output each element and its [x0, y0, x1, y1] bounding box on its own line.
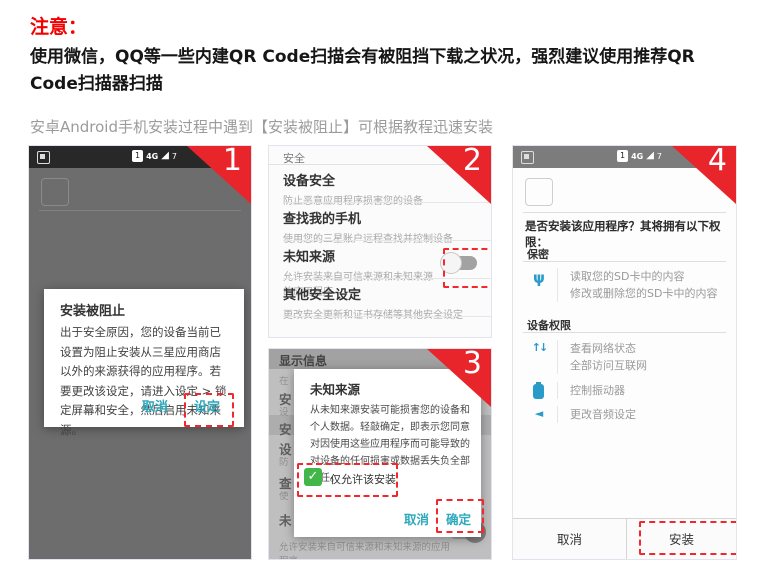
dialog-body: 出于安全原因，您的设备当前已设置为阻止安装从三星应用商店以外的来源获得的应用程序… [60, 323, 231, 440]
permission-line: 读取您的SD卡中的内容 [570, 268, 728, 285]
dimmed-partial-text: 安 [279, 419, 292, 438]
step-number: 2 [463, 145, 482, 178]
screenshot-security-settings: 安全 设备安全 防止恶意应用程序损害您的设备 查找我的手机 使用您的三星账户远程… [268, 145, 492, 338]
unknown-sources-dialog: 未知来源 从未知来源安装可能损害您的设备和个人数据。轻敲确定，即表示您同意对因使… [294, 369, 481, 537]
dimmed-partial-text: 使 [279, 488, 289, 502]
install-screen: 是否安装该应用程序？其将拥有以下权限： 保密 ψ 读取您的SD卡中的内容 修改或… [513, 168, 736, 559]
network-type-indicator: 4G [631, 152, 643, 161]
install-button-bar: 取消 安装 [513, 518, 736, 559]
permission-line: 更改音频设定 [570, 406, 728, 423]
setting-subtitle: 更改安全更新和证书存储等其他安全设定 [283, 306, 477, 321]
notice-title: 注意： [30, 12, 87, 39]
notification-icon [521, 151, 534, 164]
divider [523, 261, 726, 262]
divider [283, 316, 491, 317]
cancel-button[interactable]: 取消 [142, 396, 168, 415]
permission-line: 全部访问互联网 [570, 357, 728, 374]
sim-indicator: 1 [617, 150, 628, 162]
toggle-knob [440, 252, 462, 274]
battery-indicator: 7 [657, 152, 662, 161]
screenshot-install-blocked: 1 4G ◢ 7 安装被阻止 出于安全原因，您的设备当前已设置为阻止安装从三星应… [28, 145, 252, 560]
permission-sdcard: ψ 读取您的SD卡中的内容 修改或删除您的SD卡中的内容 [527, 268, 728, 302]
cancel-button[interactable]: 取消 [404, 509, 429, 528]
divider [283, 240, 491, 241]
screenshot-install-permissions: 1 4G ◢ 7 是否安装该应用程序？其将拥有以下权限： 保密 ψ 读取您的SD… [512, 145, 737, 560]
section-privacy: 保密 [527, 246, 549, 262]
dialog-title: 安装被阻止 [60, 300, 125, 319]
permission-line: 查看网络状态 [570, 340, 728, 357]
audio-icon: ◄ [529, 407, 549, 420]
dimmed-bottom-text: 允许安装来自可信来源和未知来源的应用程序 [279, 539, 454, 560]
settings-button[interactable]: 设定 [194, 396, 220, 415]
divider [283, 278, 491, 279]
setting-title: 查找我的手机 [283, 208, 477, 227]
permission-line: 修改或删除您的SD卡中的内容 [570, 285, 728, 302]
dimmed-header-text: 显示信息 [279, 352, 327, 369]
notice-subtitle: 安卓Android手机安装过程中遇到【安装被阻止】可根据教程迅速安装 [30, 116, 493, 137]
setting-title: 设备安全 [283, 170, 477, 189]
dimmed-partial-text: 防 [279, 454, 289, 468]
step-number: 1 [223, 145, 242, 178]
permission-vibrate: 控制振动器 [527, 382, 728, 399]
checkbox-label: 仅允许该安装 [330, 471, 396, 487]
dimmed-partial-text: 在 [279, 373, 289, 387]
network-arrows-icon: ↑↓ [529, 341, 549, 354]
dimmed-partial-text: 设 [279, 404, 289, 418]
divider [523, 212, 726, 213]
unknown-sources-toggle[interactable] [443, 256, 477, 270]
app-icon-placeholder [525, 178, 553, 206]
install-question: 是否安装该应用程序？其将拥有以下权限： [525, 218, 730, 250]
divider [39, 210, 241, 211]
divider [283, 202, 491, 203]
setting-subtitle: 使用您的三星账户远程查找并控制设备 [283, 230, 477, 245]
section-device-permissions: 设备权限 [527, 317, 571, 333]
setting-title: 其他安全设定 [283, 284, 477, 303]
permission-network: ↑↓ 查看网络状态 全部访问互联网 [527, 340, 728, 374]
dimmed-partial-text: 未 [279, 510, 292, 529]
check-icon: ✓ [308, 469, 319, 484]
app-icon-placeholder [41, 178, 69, 206]
divider [523, 332, 726, 333]
install-button[interactable]: 安装 [627, 519, 736, 559]
signal-icon: ◢ [161, 151, 169, 161]
network-type-indicator: 4G [146, 152, 158, 161]
screenshot-unknown-sources-dialog: 显示信息 在 安 设 安 设 防 查 使 未 允许安装来自可信来源和未知来源的应… [268, 348, 492, 560]
permission-audio: ◄ 更改音频设定 [527, 406, 728, 423]
signal-icon: ◢ [646, 151, 654, 161]
dialog-title: 未知来源 [310, 379, 360, 398]
step-number: 3 [463, 348, 482, 381]
ok-button[interactable]: 确定 [446, 509, 471, 528]
notice-body: 使用微信，QQ等一些内建QR Code扫描会有被阻挡下载之状况，强烈建议使用推荐… [30, 44, 744, 98]
notification-icon [37, 151, 50, 164]
battery-indicator: 7 [172, 152, 177, 161]
usb-icon: ψ [529, 269, 549, 287]
install-blocked-dialog: 安装被阻止 出于安全原因，您的设备当前已设置为阻止安装从三星应用商店以外的来源获… [44, 289, 244, 427]
cancel-button[interactable]: 取消 [513, 519, 626, 559]
step-number: 4 [708, 145, 727, 178]
tutorial-page: 注意： 使用微信，QQ等一些内建QR Code扫描会有被阻挡下载之状况，强烈建议… [0, 0, 767, 570]
sim-indicator: 1 [132, 150, 143, 162]
permission-line: 控制振动器 [570, 382, 728, 399]
allow-once-checkbox[interactable]: ✓ [304, 468, 322, 486]
setting-title: 未知来源 [283, 246, 437, 265]
vibrate-icon [533, 384, 544, 399]
setting-subtitle: 防止恶意应用程序损害您的设备 [283, 192, 477, 207]
